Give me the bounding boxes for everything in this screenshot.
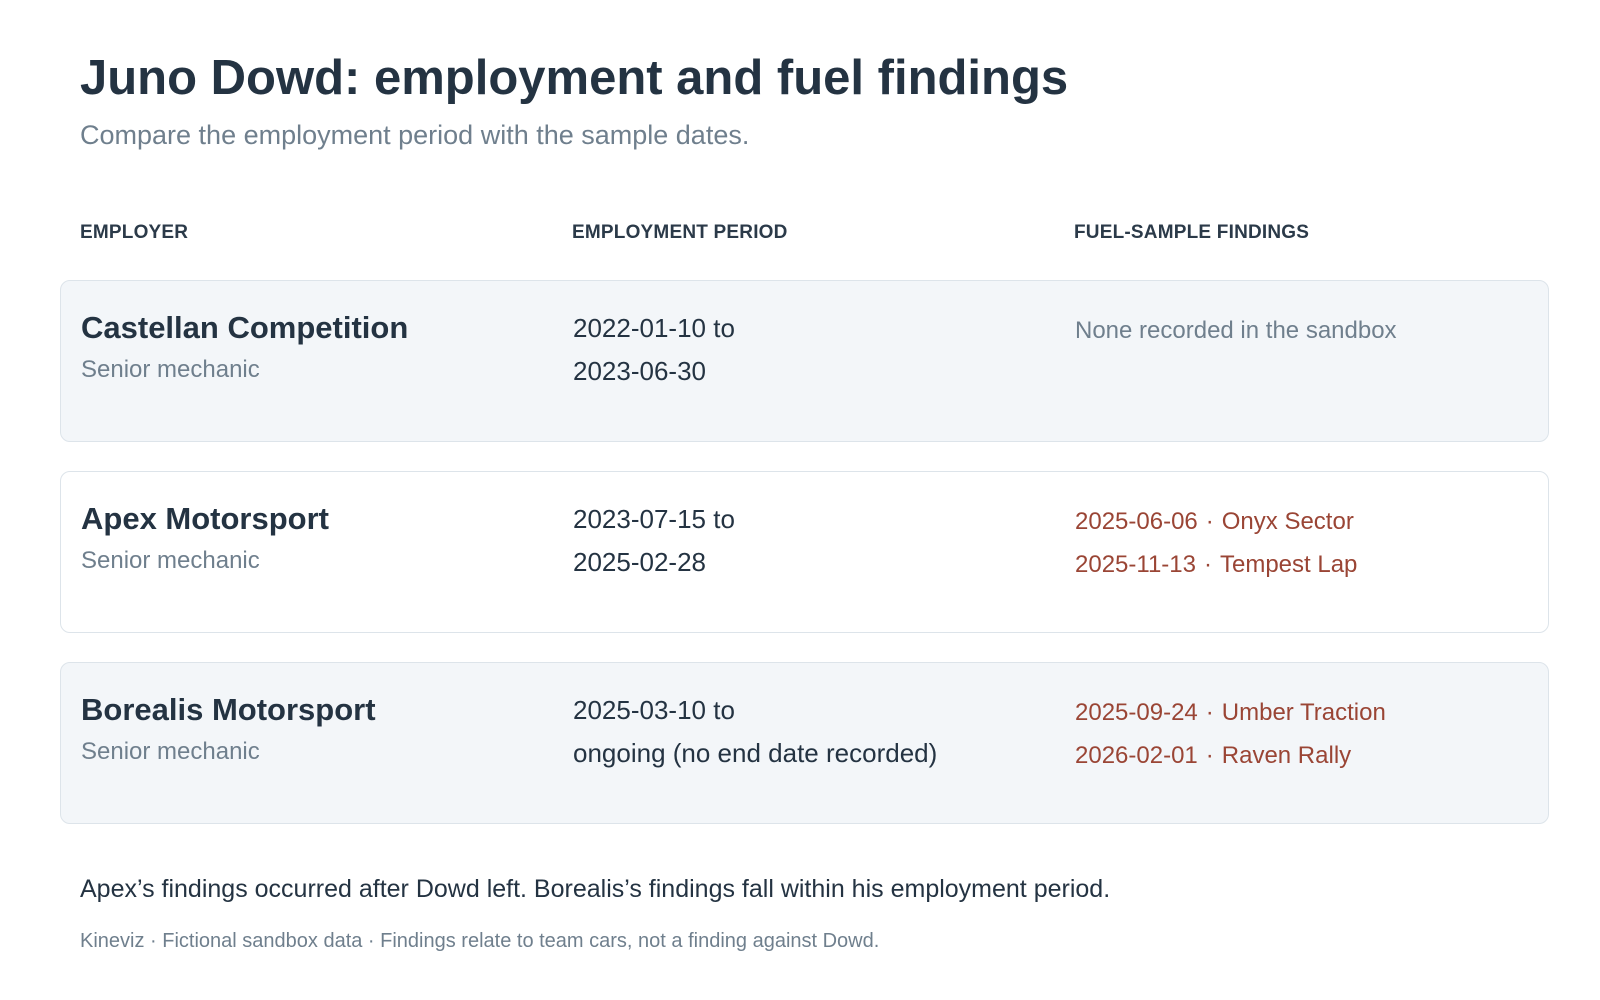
- finding-date: 2025-06-06: [1075, 508, 1198, 535]
- period-cell: 2022-01-10 to 2023-06-30: [573, 309, 1053, 393]
- column-header-employment-period: EMPLOYMENT PERIOD: [572, 222, 788, 243]
- finding-event: Onyx Sector: [1221, 508, 1354, 535]
- finding-separator: ·: [1205, 742, 1214, 769]
- footer-note: Kineviz · Fictional sandbox data · Findi…: [80, 930, 880, 952]
- page-title: Juno Dowd: employment and fuel findings: [80, 51, 1069, 105]
- table-row: Apex Motorsport Senior mechanic 2023-07-…: [60, 471, 1549, 633]
- finding-event: Tempest Lap: [1219, 551, 1358, 578]
- finding-item: 2025-06-06 · Onyx Sector: [1075, 500, 1535, 543]
- period-start: 2022-01-10 to: [573, 313, 735, 343]
- period-cell: 2023-07-15 to 2025-02-28: [573, 500, 1053, 584]
- finding-item: 2025-11-13 · Tempest Lap: [1075, 543, 1535, 586]
- period-start: 2025-03-10 to: [573, 695, 735, 725]
- finding-date: 2025-11-13: [1075, 551, 1196, 578]
- findings-cell: 2025-06-06 · Onyx Sector 2025-11-13 · Tempes…: [1075, 500, 1535, 586]
- table-row: Castellan Competition Senior mechanic 20…: [60, 280, 1549, 442]
- table-row: Borealis Motorsport Senior mechanic 2025…: [60, 662, 1549, 824]
- period-start: 2023-07-15 to: [573, 504, 735, 534]
- employer-role: Senior mechanic: [81, 547, 260, 574]
- employer-cell: Castellan Competition Senior mechanic: [81, 309, 551, 385]
- column-header-fuel-sample-findings: FUEL-SAMPLE FINDINGS: [1074, 222, 1310, 243]
- finding-item: 2026-02-01 · Raven Rally: [1075, 734, 1535, 777]
- findings-cell: None recorded in the sandbox: [1075, 309, 1535, 352]
- finding-separator: ·: [1203, 551, 1212, 578]
- employer-name: Castellan Competition: [81, 310, 409, 345]
- finding-event: Raven Rally: [1221, 742, 1352, 769]
- employment-table: Castellan Competition Senior mechanic 20…: [60, 280, 1549, 853]
- employer-role: Senior mechanic: [81, 356, 260, 383]
- finding-event: Umber Traction: [1221, 699, 1386, 726]
- column-headers: EMPLOYER EMPLOYMENT PERIOD FUEL-SAMPLE F…: [80, 222, 1550, 246]
- employer-name: Borealis Motorsport: [81, 692, 376, 727]
- finding-separator: ·: [1205, 699, 1214, 726]
- finding-date: 2026-02-01: [1075, 742, 1198, 769]
- period-end: 2025-02-28: [573, 547, 706, 577]
- column-header-employer: EMPLOYER: [80, 222, 189, 243]
- employer-role: Senior mechanic: [81, 738, 260, 765]
- summary-text: Apex’s findings occurred after Dowd left…: [80, 875, 1111, 903]
- finding-item: 2025-09-24 · Umber Traction: [1075, 691, 1535, 734]
- findings-cell: 2025-09-24 · Umber Traction 2026-02-01 · Rav…: [1075, 691, 1535, 777]
- employer-name: Apex Motorsport: [81, 501, 329, 536]
- employer-cell: Apex Motorsport Senior mechanic: [81, 500, 551, 576]
- no-findings-note: None recorded in the sandbox: [1075, 317, 1397, 344]
- period-end: ongoing (no end date recorded): [573, 738, 938, 768]
- period-cell: 2025-03-10 to ongoing (no end date recor…: [573, 691, 1053, 775]
- finding-separator: ·: [1205, 508, 1214, 535]
- employer-cell: Borealis Motorsport Senior mechanic: [81, 691, 551, 767]
- finding-date: 2025-09-24: [1075, 699, 1198, 726]
- period-end: 2023-06-30: [573, 356, 706, 386]
- page-subtitle: Compare the employment period with the s…: [80, 120, 750, 150]
